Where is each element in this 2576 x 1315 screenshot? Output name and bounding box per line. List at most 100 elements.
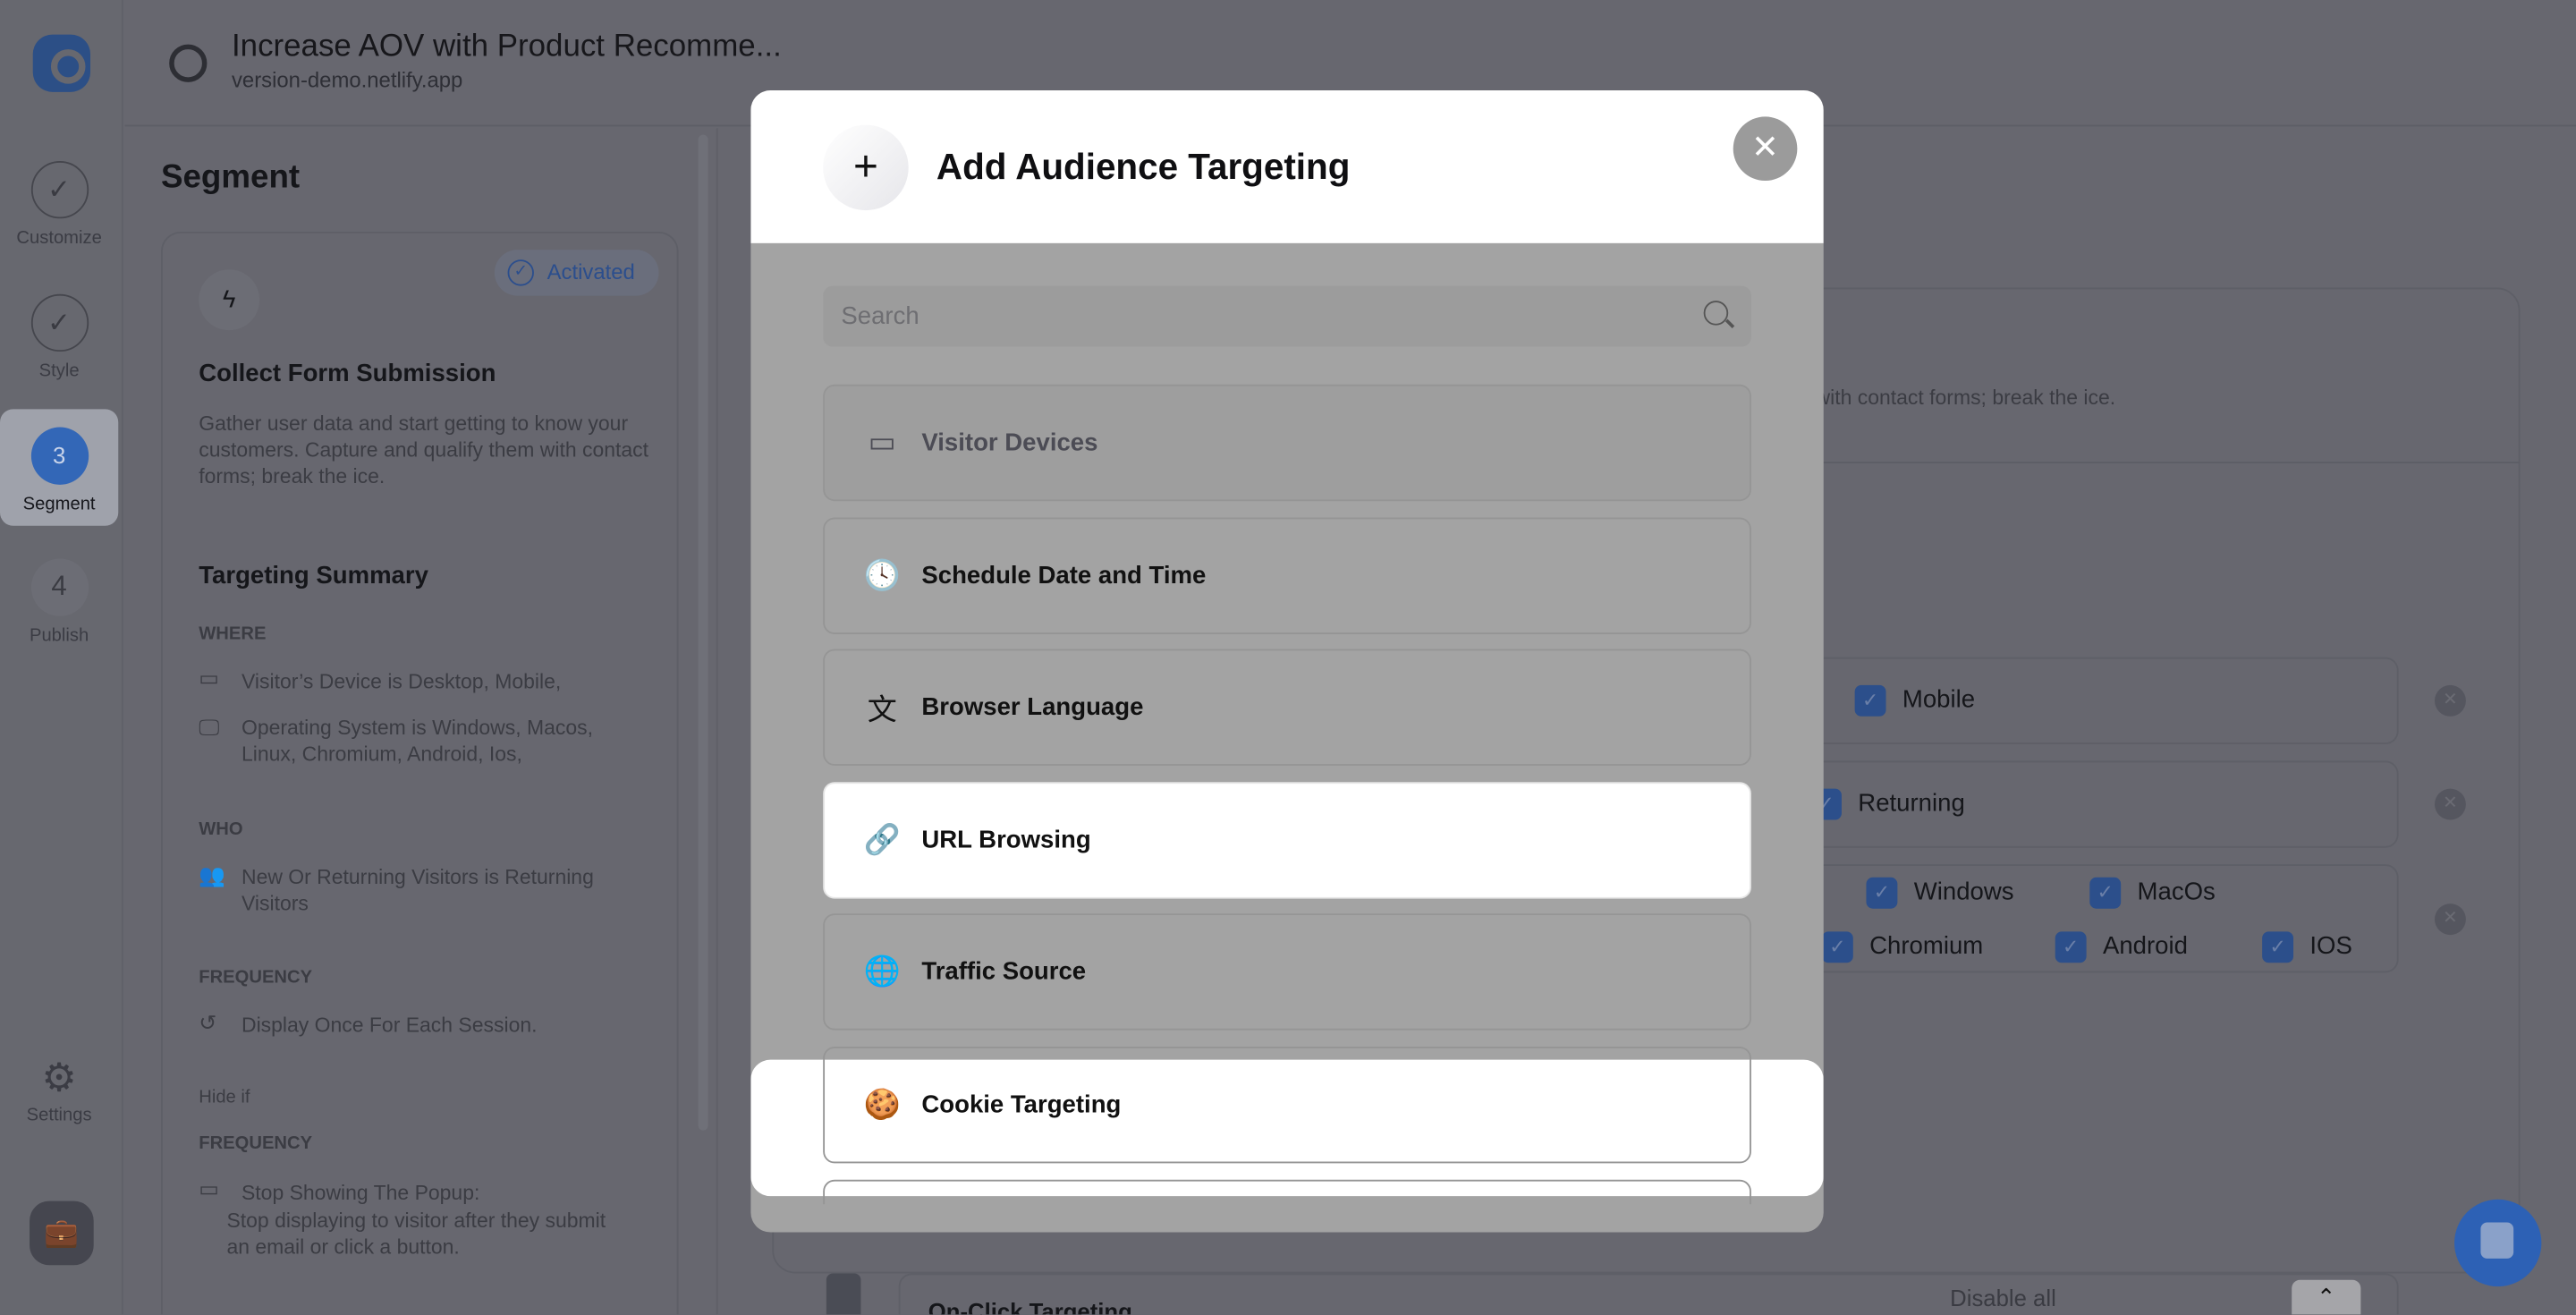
option-url-browsing[interactable]: 🔗 URL Browsing [823, 782, 1751, 899]
app-logo[interactable] [32, 34, 91, 92]
on-click-targeting-label: On-Click Targeting [928, 1297, 1132, 1315]
hide-if-label: Hide if [199, 1087, 250, 1107]
step-label: Style [38, 361, 80, 382]
step-label: Publish [29, 625, 89, 646]
option-label: Visitor Devices [921, 428, 1098, 457]
who-label: WHO [199, 819, 243, 840]
option-label: Android [2102, 932, 2188, 961]
search-input[interactable] [823, 285, 1751, 347]
option-visitor-devices[interactable]: ▭ Visitor Devices [823, 384, 1751, 502]
settings-button[interactable]: ⚙ Settings [0, 1055, 118, 1125]
option-android[interactable]: ✓ Android [2055, 931, 2188, 963]
option-returning[interactable]: ✓ Returning [1810, 788, 1965, 820]
globe-search-icon: 🌐 [863, 954, 901, 988]
device-rule-row: ✓ Mobile [1799, 657, 2399, 745]
option-schedule-date-time[interactable]: 🕓 Schedule Date and Time [823, 517, 1751, 634]
checkbox-checked-icon: ✓ [2262, 931, 2294, 963]
search-icon [1703, 301, 1729, 326]
option-label: Chromium [1869, 932, 1984, 961]
monitor-icon: ▭ [199, 1176, 219, 1201]
option-browser-language[interactable]: 文 Browser Language [823, 649, 1751, 766]
os-icon: 🖵 [199, 714, 220, 740]
targeting-options-list: ▭ Visitor Devices 🕓 Schedule Date and Time… [750, 378, 1824, 1205]
frequency-label-2: FREQUENCY [199, 1133, 313, 1154]
users-icon: 👥 [199, 862, 225, 887]
drag-handle[interactable] [826, 1273, 861, 1315]
summary-os: Operating System is Windows, Macos, Linu… [241, 716, 593, 766]
disable-all-button[interactable]: Disable all [1950, 1285, 2056, 1311]
step-label: Customize [16, 228, 102, 249]
option-label: URL Browsing [921, 826, 1091, 855]
goal-title: Collect Form Submission [199, 360, 496, 388]
devices-icon: ▭ [199, 665, 219, 691]
step-segment[interactable]: 3 Segment [0, 409, 119, 526]
modal-title: Add Audience Targeting [936, 146, 1351, 188]
gear-icon: ⚙ [41, 1056, 77, 1101]
check-icon: ✓ [30, 160, 89, 219]
option-windows[interactable]: ✓ Windows [1866, 877, 2014, 909]
main-description: with contact forms; break the ice. [1815, 386, 2116, 410]
globe-icon [169, 44, 208, 82]
step-style[interactable]: ✓ Style [0, 293, 118, 382]
option-macos[interactable]: ✓ MacOs [2089, 877, 2216, 909]
briefcase-icon[interactable]: 💼 [30, 1200, 94, 1266]
history-icon: ↺ [199, 1010, 217, 1036]
checkbox-checked-icon: ✓ [1821, 931, 1853, 963]
plus-icon: + [823, 124, 909, 211]
os-rule-row: ✓ Windows ✓ MacOs ✓ Chromium ✓ Android ✓ IOS [1799, 864, 2399, 973]
option-label: MacOs [2137, 878, 2216, 906]
goal-description: Gather user data and start getting to kn… [199, 412, 649, 488]
summary-visitors: New Or Returning Visitors is Returning V… [241, 865, 594, 916]
checkbox-checked-icon: ✓ [1866, 877, 1898, 909]
clock-icon: 🕓 [863, 558, 901, 592]
summary-device: Visitor’s Device is Desktop, Mobile, [241, 670, 562, 694]
step-label: Segment [22, 494, 96, 514]
step-customize[interactable]: ✓ Customize [0, 160, 118, 249]
activated-badge: Activated [494, 250, 659, 296]
checkbox-checked-icon: ✓ [2055, 931, 2087, 963]
link-icon: 🔗 [863, 823, 901, 856]
option-label: Traffic Source [921, 957, 1087, 987]
option-traffic-source[interactable]: 🌐 Traffic Source [823, 913, 1751, 1031]
option-label: Windows [1913, 878, 2014, 906]
summary-stop-desc: Stop displaying to visitor after they su… [226, 1209, 606, 1259]
summary-title: Targeting Summary [199, 562, 428, 590]
where-label: WHERE [199, 624, 267, 644]
translate-icon: 文 [867, 692, 897, 725]
devices-icon: ▭ [868, 425, 896, 459]
option-label: Cookie Targeting [921, 1090, 1122, 1119]
option-label: Returning [1858, 789, 1965, 818]
chat-widget-button[interactable] [2454, 1199, 2542, 1287]
option-label: IOS [2309, 932, 2352, 961]
bolt-icon: ϟ [199, 269, 260, 331]
add-audience-targeting-modal: + Add Audience Targeting ✕ ▭ Visitor Devi… [750, 90, 1824, 1233]
remove-rule-button[interactable]: ✕ [2434, 788, 2466, 820]
panel-title: Segment [160, 159, 301, 196]
visitor-rule-row: ✓ Returning [1799, 760, 2399, 848]
option-ios[interactable]: ✓ IOS [2262, 931, 2352, 963]
option-label: Schedule Date and Time [921, 562, 1207, 590]
campaign-title: Increase AOV with Product Recomme... [231, 30, 782, 64]
option-label: Browser Language [921, 693, 1144, 722]
frequency-label: FREQUENCY [199, 967, 313, 988]
panel-scrollbar[interactable] [698, 134, 708, 1131]
summary-stop-title: Stop Showing The Popup: [241, 1181, 480, 1205]
checkbox-checked-icon: ✓ [2089, 877, 2122, 909]
settings-label: Settings [26, 1106, 92, 1126]
close-button[interactable]: ✕ [1733, 116, 1798, 182]
cookie-icon: 🍪 [863, 1087, 901, 1121]
site-domain: version-demo.netlify.app [231, 67, 463, 92]
chevron-up-icon[interactable]: ⌃ [2292, 1279, 2361, 1315]
remove-rule-button[interactable]: ✕ [2434, 904, 2466, 936]
option-cookie-targeting[interactable]: 🍪 Cookie Targeting [823, 1046, 1751, 1164]
step-number: 4 [30, 558, 89, 616]
step-publish[interactable]: 4 Publish [0, 558, 118, 646]
check-icon: ✓ [30, 293, 89, 352]
remove-rule-button[interactable]: ✕ [2434, 684, 2466, 717]
summary-frequency: Display Once For Each Session. [241, 1014, 538, 1037]
option-chromium[interactable]: ✓ Chromium [1821, 931, 1984, 963]
option-label: Mobile [1902, 685, 1976, 714]
checkbox-checked-icon: ✓ [1854, 684, 1886, 717]
option-mobile[interactable]: ✓ Mobile [1854, 684, 1976, 717]
option-more[interactable] [823, 1179, 1751, 1205]
